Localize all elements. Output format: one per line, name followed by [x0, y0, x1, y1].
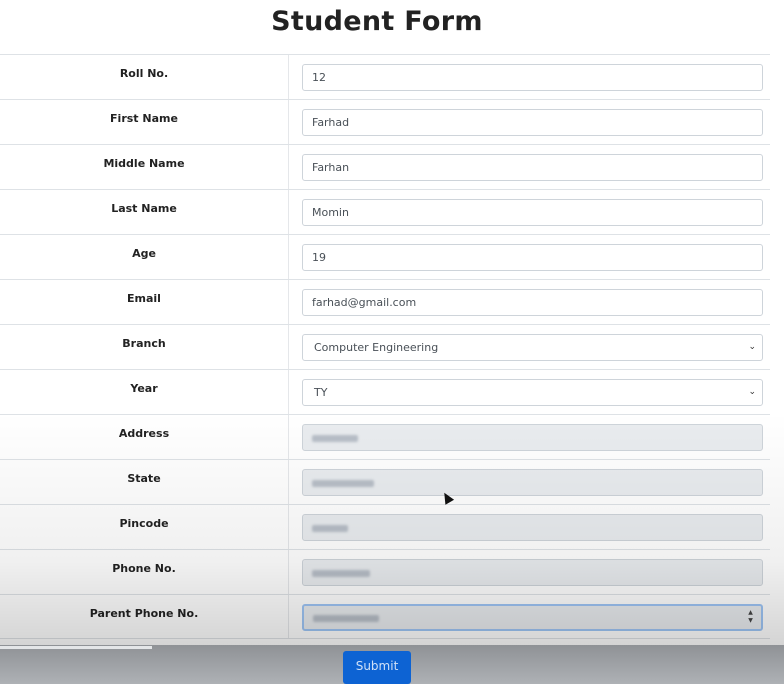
email-input[interactable]: farhad@gmail.com [302, 289, 763, 316]
address-label: Address [118, 427, 170, 440]
blurred-value [312, 434, 358, 442]
form-row-phone-no: Phone No. [0, 549, 770, 594]
submit-button[interactable]: Submit [343, 651, 411, 684]
blurred-value [312, 569, 370, 577]
form-row-email: Email farhad@gmail.com [0, 279, 770, 324]
column-divider [288, 505, 289, 549]
column-divider [288, 595, 289, 638]
year-selected-value: TY [314, 386, 328, 399]
form-row-year: Year TY ⌄ [0, 369, 770, 414]
pincode-input[interactable] [302, 514, 763, 541]
parent-phone-no-label: Parent Phone No. [89, 607, 199, 620]
pincode-label: Pincode [119, 517, 169, 530]
age-input[interactable]: 19 [302, 244, 763, 271]
student-form-table: Roll No. 12 First Name Farhad Middle Nam… [0, 54, 770, 639]
branch-selected-value: Computer Engineering [314, 341, 439, 354]
column-divider [288, 370, 289, 414]
branch-select[interactable]: Computer Engineering ⌄ [302, 334, 763, 361]
form-row-roll-no: Roll No. 12 [0, 54, 770, 99]
spinner-icon[interactable]: ▲ ▼ [746, 609, 755, 625]
column-divider [288, 145, 289, 189]
last-name-input[interactable]: Momin [302, 199, 763, 226]
roll-no-label: Roll No. [119, 67, 169, 80]
form-row-middle-name: Middle Name Farhan [0, 144, 770, 189]
parent-phone-no-input[interactable]: ▲ ▼ [302, 604, 763, 631]
column-divider [288, 550, 289, 594]
phone-no-input[interactable] [302, 559, 763, 586]
form-row-address: Address [0, 414, 770, 459]
column-divider [288, 415, 289, 459]
branch-label: Branch [122, 337, 166, 350]
phone-no-label: Phone No. [112, 562, 176, 575]
column-divider [288, 100, 289, 144]
chevron-down-icon: ⌄ [748, 387, 756, 397]
progress-bar [0, 646, 152, 649]
middle-name-input[interactable]: Farhan [302, 154, 763, 181]
email-label: Email [127, 292, 161, 305]
column-divider [288, 325, 289, 369]
roll-no-input[interactable]: 12 [302, 64, 763, 91]
form-row-state: State [0, 459, 770, 504]
form-row-last-name: Last Name Momin [0, 189, 770, 234]
column-divider [288, 190, 289, 234]
form-row-parent-phone-no: Parent Phone No. ▲ ▼ [0, 594, 770, 639]
first-name-label: First Name [110, 112, 178, 125]
column-divider [288, 460, 289, 504]
form-row-first-name: First Name Farhad [0, 99, 770, 144]
year-select[interactable]: TY ⌄ [302, 379, 763, 406]
page-title: Student Form [271, 6, 483, 37]
middle-name-label: Middle Name [103, 157, 185, 170]
year-label: Year [130, 382, 158, 395]
form-row-branch: Branch Computer Engineering ⌄ [0, 324, 770, 369]
column-divider [288, 280, 289, 324]
form-row-age: Age 19 [0, 234, 770, 279]
age-label: Age [132, 247, 156, 260]
blurred-value [312, 479, 374, 487]
column-divider [288, 55, 289, 99]
chevron-down-icon: ⌄ [748, 342, 756, 352]
state-label: State [127, 472, 161, 485]
state-input[interactable] [302, 469, 763, 496]
column-divider [288, 235, 289, 279]
first-name-input[interactable]: Farhad [302, 109, 763, 136]
last-name-label: Last Name [111, 202, 177, 215]
blurred-value [313, 614, 379, 622]
address-input[interactable] [302, 424, 763, 451]
form-row-pincode: Pincode [0, 504, 770, 549]
blurred-value [312, 524, 348, 532]
